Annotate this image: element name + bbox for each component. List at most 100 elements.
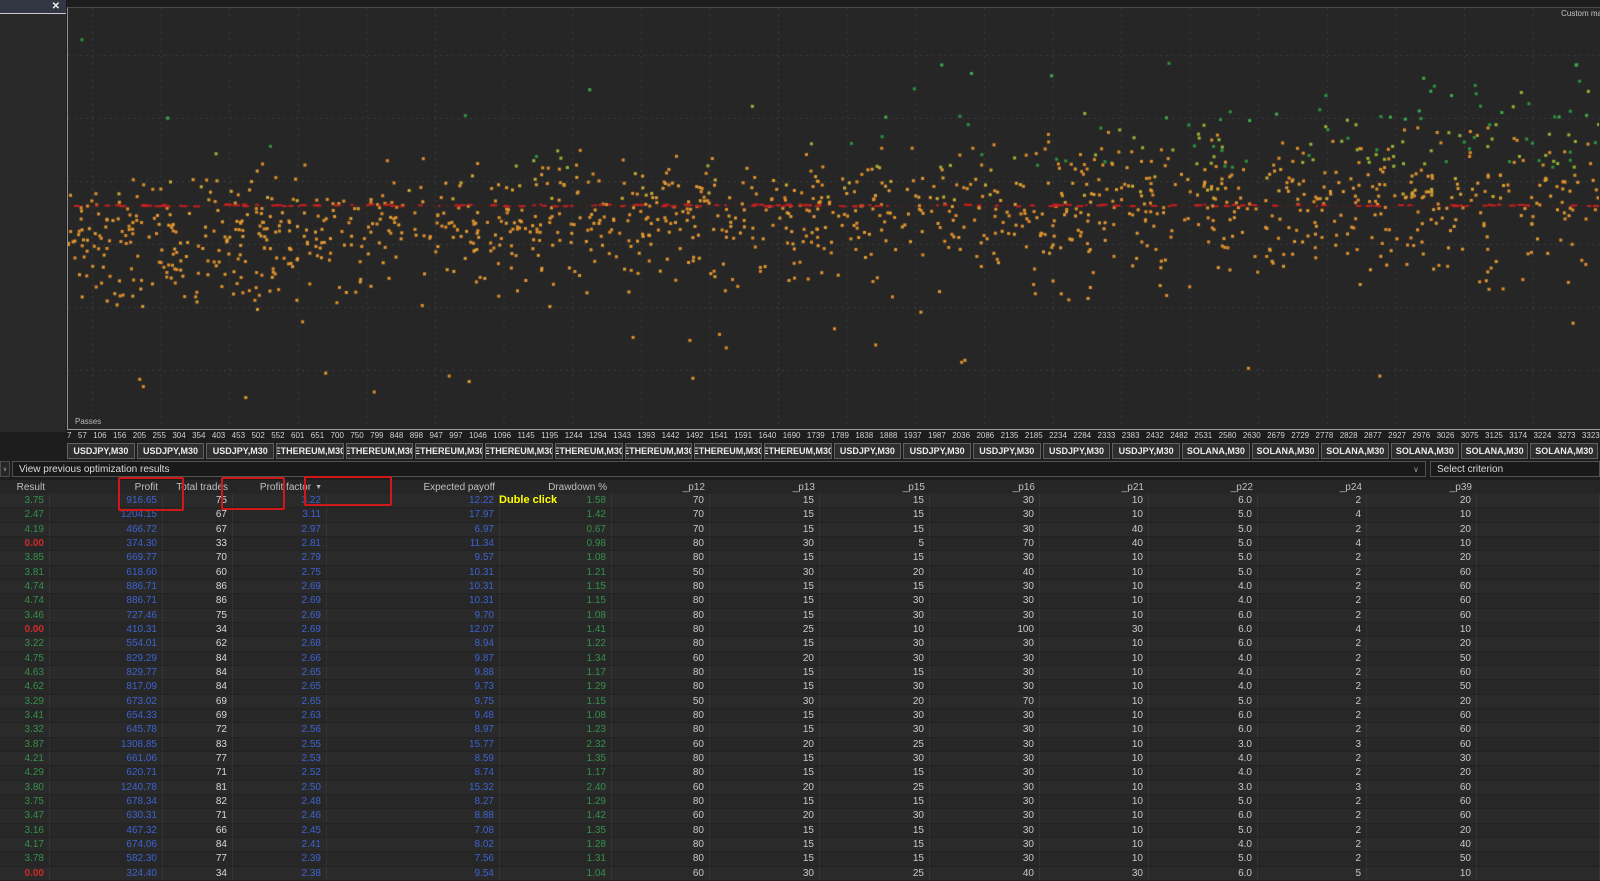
table-row[interactable]: 3.75 916.65 75 3.22 12.22 1.58 70 15 15 30 10 6.0 2 2… bbox=[0, 494, 1600, 509]
column-header-profit-factor[interactable]: Profit factor ▼ bbox=[233, 480, 327, 494]
column-header--p16[interactable]: _p16 bbox=[930, 480, 1040, 494]
table-row[interactable]: 3.80 1240.78 81 2.50 15.32 2.40 60 20 25 30 10 3.0 3… bbox=[0, 780, 1600, 795]
column-header-profit[interactable]: Profit bbox=[50, 480, 163, 494]
symbol-result-tab[interactable]: ETHEREUM,M30 bbox=[415, 443, 484, 459]
table-row[interactable]: 3.78 582.30 77 2.39 7.56 1.31 80 15 15 30 10 5.0 2 50 bbox=[0, 852, 1600, 867]
view-results-dropdown[interactable]: View previous optimization results ∨ bbox=[12, 461, 1426, 477]
symbol-result-tab[interactable]: ETHEREUM,M30 bbox=[694, 443, 762, 459]
symbol-result-tab[interactable]: USDJPY,M30 bbox=[1112, 443, 1180, 459]
column-header-result[interactable]: Result bbox=[0, 480, 50, 494]
column-header--p21[interactable]: _p21 bbox=[1040, 480, 1149, 494]
optimization-graph-canvas[interactable] bbox=[68, 8, 1599, 428]
symbol-result-tab[interactable]: ETHEREUM,M30 bbox=[276, 443, 344, 459]
table-cell: 1.08 bbox=[500, 608, 612, 622]
table-cell: 30 bbox=[930, 551, 1040, 565]
table-cell: 30 bbox=[930, 794, 1040, 809]
table-row[interactable]: 0.00 410.31 34 2.69 12.07 1.41 80 25 10 100 30 6.0 4… bbox=[0, 622, 1600, 638]
results-mini-dropdown[interactable]: ∨ bbox=[0, 461, 10, 477]
table-cell: 2.48 bbox=[233, 794, 327, 809]
symbol-result-tab[interactable]: SOLANA,M30 bbox=[1391, 443, 1459, 459]
table-cell: 10 bbox=[1040, 579, 1149, 594]
symbol-result-tab[interactable]: SOLANA,M30 bbox=[1321, 443, 1390, 459]
table-cell: 3.0 bbox=[1149, 780, 1258, 794]
column-header--p15[interactable]: _p15 bbox=[820, 480, 930, 494]
table-row[interactable]: 4.75 829.29 84 2.66 9.87 1.34 60 20 30 30 10 4.0 2 50 bbox=[0, 651, 1600, 666]
table-row[interactable]: 3.85 669.77 70 2.79 9.57 1.08 80 15 15 30 10 5.0 2 20 bbox=[0, 551, 1600, 566]
table-row[interactable]: 3.46 727.46 75 2.69 9.70 1.08 80 15 30 30 10 6.0 2 60 bbox=[0, 608, 1600, 623]
table-row[interactable]: 4.74 886.71 86 2.69 10.31 1.15 80 15 30 30 10 4.0 2 6… bbox=[0, 594, 1600, 609]
column-header-expected-payoff[interactable]: Expected payoff bbox=[327, 480, 500, 494]
table-row[interactable]: 3.47 630.31 71 2.46 8.88 1.42 60 20 30 30 10 6.0 2 60 bbox=[0, 809, 1600, 824]
table-cell: 8.94 bbox=[327, 637, 500, 651]
x-tick-label: 1541 bbox=[710, 431, 728, 440]
symbol-result-tab[interactable]: ETHEREUM,M30 bbox=[554, 443, 623, 459]
table-cell: 30 bbox=[930, 637, 1040, 651]
x-tick-label: 156 bbox=[112, 431, 127, 440]
symbol-result-tab[interactable]: ETHEREUM,M30 bbox=[345, 443, 414, 459]
column-header-label: _p12 bbox=[682, 481, 705, 493]
table-row[interactable]: 4.21 661.06 77 2.53 8.59 1.35 80 15 30 30 10 4.0 2 30 bbox=[0, 751, 1600, 767]
table-cell: 30 bbox=[710, 866, 820, 880]
column-header--p13[interactable]: _p13 bbox=[710, 480, 820, 494]
table-cell-filler bbox=[1477, 565, 1600, 579]
symbol-result-tab[interactable]: SOLANA,M30 bbox=[1530, 443, 1599, 459]
table-row[interactable]: 4.29 620.71 71 2.52 8.74 1.17 80 15 15 30 10 4.0 2 20 bbox=[0, 766, 1600, 781]
symbol-result-tab[interactable]: USDJPY,M30 bbox=[206, 443, 275, 459]
table-row[interactable]: 0.00 374.30 33 2.81 11.34 0.98 80 30 5 70 40 5.0 4 10 bbox=[0, 536, 1600, 552]
table-cell: 2.81 bbox=[233, 536, 327, 551]
column-header--p22[interactable]: _p22 bbox=[1149, 480, 1258, 494]
table-cell: 1.17 bbox=[500, 665, 612, 680]
column-header--p12[interactable]: _p12 bbox=[612, 480, 710, 494]
symbol-result-tab[interactable]: SOLANA,M30 bbox=[1182, 443, 1250, 459]
column-header-total-trades[interactable]: Total trades bbox=[163, 480, 233, 494]
table-cell: 60 bbox=[1367, 594, 1477, 608]
table-cell: 30 bbox=[1367, 751, 1477, 766]
table-cell: 80 bbox=[612, 665, 710, 680]
table-row[interactable]: 3.22 554.01 62 2.68 8.94 1.22 80 15 30 30 10 6.0 2 20 bbox=[0, 637, 1600, 652]
table-row[interactable]: 3.81 618.60 60 2.75 10.31 1.21 50 30 20 40 10 5.0 2 6… bbox=[0, 565, 1600, 580]
symbol-result-tab[interactable]: USDJPY,M30 bbox=[903, 443, 971, 459]
table-cell: 30 bbox=[930, 766, 1040, 780]
table-cell: 30 bbox=[820, 680, 930, 694]
table-row[interactable]: 4.17 674.06 84 2.41 8.02 1.28 80 15 15 30 10 4.0 2 40 bbox=[0, 837, 1600, 853]
symbol-result-tab[interactable]: USDJPY,M30 bbox=[136, 443, 205, 459]
table-row[interactable]: 3.41 654.33 69 2.63 9.48 1.08 80 15 30 30 10 6.0 2 60 bbox=[0, 708, 1600, 724]
table-cell: 69 bbox=[163, 694, 233, 708]
symbol-result-tab[interactable]: ETHEREUM,M30 bbox=[485, 443, 553, 459]
symbol-result-tab[interactable]: USDJPY,M30 bbox=[833, 443, 902, 459]
table-row[interactable]: 2.47 1204.15 67 3.11 17.97 1.42 70 15 15 30 10 5.0 4… bbox=[0, 508, 1600, 523]
x-tick-label: 2877 bbox=[1363, 431, 1382, 440]
table-cell: 20 bbox=[710, 737, 820, 751]
symbol-result-tab[interactable]: SOLANA,M30 bbox=[1251, 443, 1320, 459]
table-cell: 6.0 bbox=[1149, 708, 1258, 723]
table-cell: 1308.85 bbox=[50, 737, 163, 751]
table-cell: 4.62 bbox=[0, 680, 50, 694]
symbol-result-tab[interactable]: USDJPY,M30 bbox=[1042, 443, 1111, 459]
column-header-drawdown-[interactable]: Drawdown % bbox=[500, 480, 612, 494]
table-row[interactable]: 3.32 645.78 72 2.56 8.97 1.23 80 15 30 30 10 6.0 2 60 bbox=[0, 723, 1600, 738]
symbol-result-tab[interactable]: USDJPY,M30 bbox=[67, 443, 135, 459]
symbol-result-tab[interactable]: ETHEREUM,M30 bbox=[624, 443, 693, 459]
table-row[interactable]: 4.62 817.09 84 2.65 9.73 1.29 80 15 30 30 10 4.0 2 50 bbox=[0, 680, 1600, 695]
table-cell: 8.88 bbox=[327, 809, 500, 823]
column-header--p24[interactable]: _p24 bbox=[1258, 480, 1367, 494]
x-tick-label: 3273 bbox=[1557, 431, 1576, 440]
table-cell: 2 bbox=[1258, 680, 1367, 694]
table-row[interactable]: 4.19 466.72 67 2.97 6.97 0.67 70 15 15 30 40 5.0 2 20 bbox=[0, 522, 1600, 537]
table-row[interactable]: 3.75 678.34 82 2.48 8.27 1.29 80 15 15 30 10 5.0 2 60 bbox=[0, 794, 1600, 810]
symbol-result-tab[interactable]: USDJPY,M30 bbox=[972, 443, 1041, 459]
table-row[interactable]: 4.74 886.71 86 2.69 10.31 1.15 80 15 15 30 10 4.0 2 6… bbox=[0, 579, 1600, 595]
table-row[interactable]: 3.16 467.32 66 2.45 7.08 1.35 80 15 15 30 10 5.0 2 20 bbox=[0, 823, 1600, 838]
table-row[interactable]: 4.63 829.77 84 2.65 9.88 1.17 80 15 15 30 10 4.0 2 60 bbox=[0, 665, 1600, 681]
table-row[interactable]: 3.29 673.02 69 2.65 9.75 1.15 50 30 20 70 10 5.0 2 20 bbox=[0, 694, 1600, 709]
table-cell: 80 bbox=[612, 766, 710, 780]
symbol-result-tab[interactable]: ETHEREUM,M30 bbox=[763, 443, 832, 459]
table-row[interactable]: 0.00 324.40 34 2.38 9.54 1.04 60 30 25 40 30 6.0 5 10 bbox=[0, 866, 1600, 881]
table-row[interactable]: 3.87 1308.85 83 2.55 15.77 2.32 60 20 25 30 10 3.0 3… bbox=[0, 737, 1600, 752]
symbol-result-tab[interactable]: SOLANA,M30 bbox=[1460, 443, 1529, 459]
table-cell: 83 bbox=[163, 737, 233, 751]
close-icon[interactable]: ✕ bbox=[52, 1, 60, 12]
table-cell: 20 bbox=[820, 565, 930, 579]
select-criterion-dropdown[interactable]: Select criterion bbox=[1430, 461, 1600, 477]
column-header--p39[interactable]: _p39 bbox=[1367, 480, 1477, 494]
